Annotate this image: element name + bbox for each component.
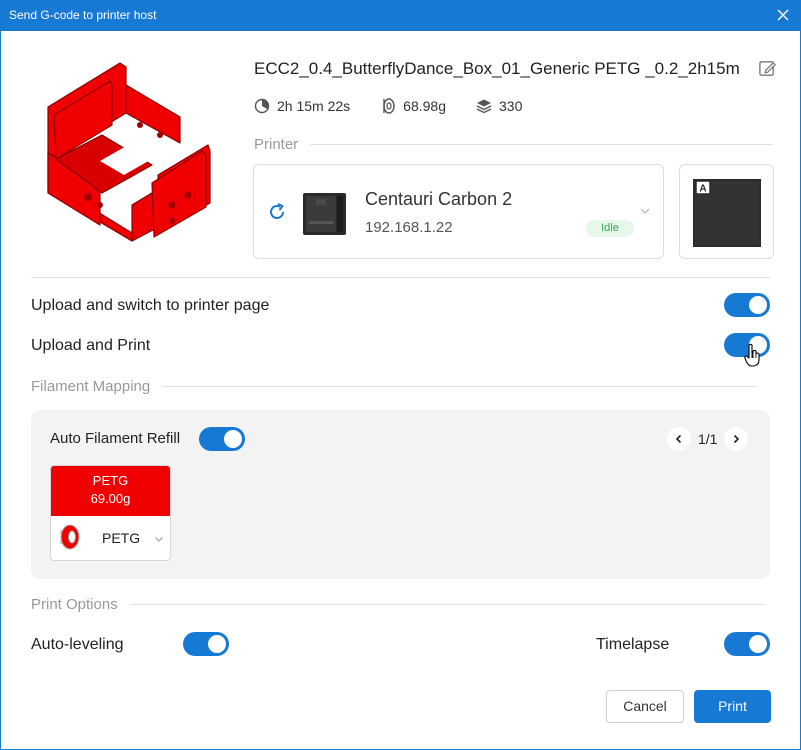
auto-refill-label: Auto Filament Refill: [50, 430, 181, 447]
cancel-button[interactable]: Cancel: [606, 690, 684, 723]
upload-switch-label: Upload and switch to printer page: [31, 297, 270, 314]
chevron-down-icon[interactable]: [639, 205, 651, 217]
window-title: Send G-code to printer host: [9, 8, 157, 22]
auto-refill-toggle[interactable]: [199, 427, 245, 451]
model-thumbnail: [47, 62, 211, 242]
pager-prev-button[interactable]: [667, 427, 691, 451]
timelapse-label: Timelapse: [596, 636, 670, 653]
print-time-stat: 2h 15m 22s: [254, 98, 350, 114]
print-button[interactable]: Print: [694, 690, 771, 723]
filament-weight-required: 69.00g: [90, 491, 131, 506]
plate-letter: A: [699, 184, 706, 195]
printer-section-label: Printer: [254, 136, 299, 153]
toggle-knob: [749, 296, 767, 314]
chevron-right-icon: [734, 434, 740, 444]
printer-section-title: Printer: [254, 136, 774, 153]
chevron-down-icon: [155, 537, 163, 542]
clock-icon: [254, 98, 270, 114]
filament-slot-card: PETG 69.00g PETG: [50, 465, 171, 561]
upload-switch-toggle[interactable]: [724, 293, 770, 317]
section-divider: [31, 277, 770, 278]
printer-image: [303, 193, 346, 235]
filament-icon: [383, 98, 395, 114]
slot-pager: 1/1: [667, 427, 749, 451]
print-stats: 2h 15m 22s 68.98g 330: [254, 98, 552, 114]
filament-mapping-label: Filament Mapping: [31, 378, 151, 395]
build-plate-preview[interactable]: A: [679, 164, 774, 259]
build-plate-image: A: [693, 179, 761, 247]
filament-slot-header: PETG 69.00g: [51, 466, 170, 516]
upload-print-toggle[interactable]: [724, 333, 770, 357]
filament-mapping-panel: Auto Filament Refill 1/1 PETG 69.00g PET…: [31, 410, 770, 579]
layer-count: 330: [499, 98, 523, 114]
layers-icon: [476, 99, 492, 114]
print-time: 2h 15m 22s: [277, 98, 351, 114]
auto-leveling-toggle[interactable]: [183, 632, 229, 656]
upload-print-label: Upload and Print: [31, 337, 151, 354]
printer-ip: 192.168.1.22: [365, 219, 453, 236]
refresh-icon[interactable]: [266, 201, 288, 223]
close-icon[interactable]: [773, 5, 793, 25]
filament-mapping-select[interactable]: PETG: [51, 516, 170, 560]
section-divider: [310, 144, 774, 145]
filament-weight: 68.98g: [403, 98, 446, 114]
filament-type: PETG: [92, 473, 129, 488]
printer-selector[interactable]: Centauri Carbon 2 192.168.1.22 Idle: [253, 164, 664, 259]
chevron-left-icon: [675, 434, 682, 444]
status-badge: Idle: [586, 220, 634, 237]
pager-next-button[interactable]: [724, 427, 749, 451]
filament-mapping-section-title: Filament Mapping: [31, 378, 757, 395]
toggle-knob: [749, 635, 767, 653]
print-options-label: Print Options: [31, 596, 118, 613]
pager-text: 1/1: [698, 431, 718, 447]
section-divider: [162, 386, 757, 387]
auto-leveling-label: Auto-leveling: [31, 636, 124, 653]
section-divider: [129, 604, 764, 605]
filament-weight-stat: 68.98g: [380, 98, 446, 114]
toggle-knob: [749, 336, 767, 354]
mapped-filament-name: PETG: [102, 530, 141, 546]
toggle-knob: [224, 430, 242, 448]
printer-name: Centauri Carbon 2: [365, 189, 513, 209]
edit-icon[interactable]: [758, 59, 777, 78]
title-bar: Send G-code to printer host: [0, 0, 801, 31]
print-options-section-title: Print Options: [31, 596, 764, 613]
spool-icon: [60, 524, 80, 550]
layers-stat: 330: [476, 98, 522, 114]
toggle-knob: [208, 635, 226, 653]
timelapse-toggle[interactable]: [724, 632, 770, 656]
file-name: ECC2_0.4_ButterflyDance_Box_01_Generic P…: [254, 59, 740, 78]
